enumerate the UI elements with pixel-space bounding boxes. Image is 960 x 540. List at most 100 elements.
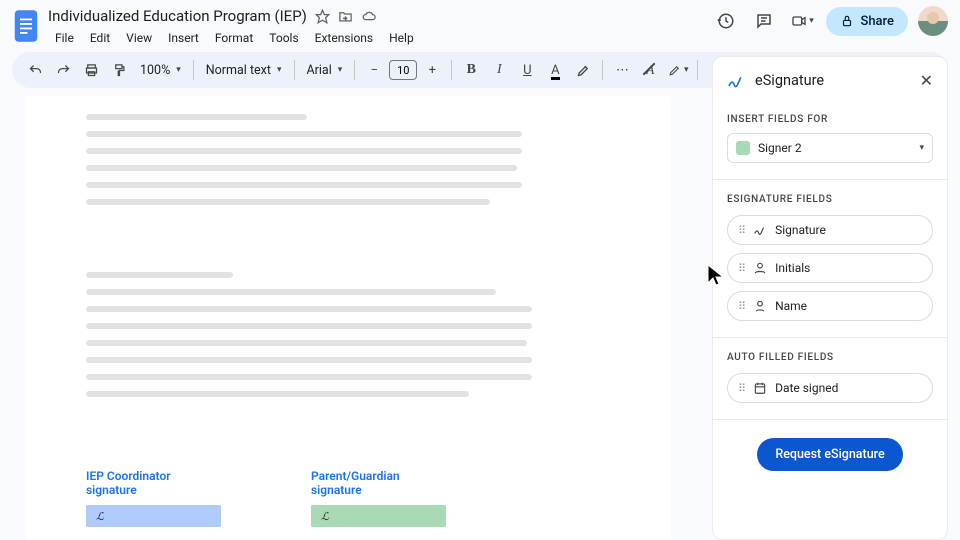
close-panel-button[interactable]: ✕ — [920, 71, 933, 90]
placeholder-line — [86, 165, 517, 171]
doc-title[interactable]: Individualized Education Program (IEP) — [48, 7, 307, 25]
field-initials[interactable]: ⠿ Initials — [727, 253, 933, 283]
separator — [602, 60, 603, 80]
esignature-panel: eSignature ✕ INSERT FIELDS FOR Signer 2 … — [712, 56, 948, 540]
calendar-icon — [753, 381, 767, 395]
menu-tools[interactable]: Tools — [262, 28, 305, 48]
signature-label-2: Parent/Guardian signature — [311, 469, 446, 497]
print-button[interactable] — [78, 57, 104, 83]
panel-title: eSignature — [755, 72, 910, 89]
drag-handle-icon: ⠿ — [738, 382, 745, 395]
cloud-saved-icon[interactable] — [361, 9, 378, 24]
menu-help[interactable]: Help — [382, 28, 421, 48]
menu-file[interactable]: File — [48, 28, 81, 48]
drag-handle-icon: ⠿ — [738, 224, 745, 237]
esig-fields-label: ESIGNATURE FIELDS — [713, 194, 947, 205]
separator — [354, 60, 355, 80]
menu-insert[interactable]: Insert — [161, 28, 206, 48]
menu-bar: File Edit View Insert Format Tools Exten… — [48, 28, 712, 48]
signer-dropdown[interactable]: Signer 2 ▾ — [727, 133, 933, 163]
clear-format-button[interactable]: A — [637, 57, 663, 83]
placeholder-line — [86, 289, 496, 295]
placeholder-line — [86, 391, 469, 397]
field-label: Name — [775, 299, 807, 313]
lock-icon — [840, 14, 854, 28]
menu-view[interactable]: View — [119, 28, 159, 48]
undo-button[interactable] — [22, 57, 48, 83]
app-header: Individualized Education Program (IEP) F… — [0, 0, 960, 48]
more-button[interactable]: ⋯ — [609, 57, 635, 83]
drag-handle-icon: ⠿ — [738, 300, 745, 313]
placeholder-line — [86, 340, 527, 346]
meet-icon[interactable]: ▾ — [788, 7, 816, 35]
underline-button[interactable]: U — [514, 57, 540, 83]
bold-button[interactable]: B — [458, 57, 484, 83]
menu-format[interactable]: Format — [208, 28, 260, 48]
share-label: Share — [860, 14, 894, 29]
divider — [713, 337, 947, 338]
field-date-signed[interactable]: ⠿ Date signed — [727, 373, 933, 403]
placeholder-line — [86, 357, 532, 363]
signature-label-1: IEP Coordinator signature — [86, 469, 221, 497]
share-button[interactable]: Share — [826, 7, 908, 36]
field-signature[interactable]: ⠿ Signature — [727, 215, 933, 245]
history-icon[interactable] — [712, 7, 740, 35]
header-actions: ▾ Share — [712, 6, 948, 36]
title-block: Individualized Education Program (IEP) F… — [48, 6, 712, 48]
signature-icon: ℒ — [96, 510, 104, 523]
comments-icon[interactable] — [750, 7, 778, 35]
text-color-button[interactable]: A — [542, 57, 568, 83]
separator — [193, 60, 194, 80]
edit-mode-dropdown[interactable]: ▾ — [665, 57, 691, 83]
font-size-input[interactable]: 10 — [389, 60, 417, 80]
italic-button[interactable]: I — [486, 57, 512, 83]
decrease-font-button[interactable]: − — [361, 57, 387, 83]
placeholder-line — [86, 148, 522, 154]
document-page: IEP Coordinator signature ℒ Parent/Guard… — [26, 96, 671, 540]
star-icon[interactable] — [315, 9, 330, 24]
field-name[interactable]: ⠿ Name — [727, 291, 933, 321]
signature-icon: ℒ — [321, 510, 329, 523]
separator — [697, 60, 698, 80]
signature-row: IEP Coordinator signature ℒ Parent/Guard… — [86, 433, 611, 527]
field-label: Initials — [775, 261, 810, 275]
paint-format-button[interactable] — [106, 57, 132, 83]
menu-extensions[interactable]: Extensions — [308, 28, 380, 48]
redo-button[interactable] — [50, 57, 76, 83]
move-folder-icon[interactable] — [338, 9, 353, 24]
field-label: Signature — [775, 223, 826, 237]
placeholder-line — [86, 374, 532, 380]
menu-edit[interactable]: Edit — [83, 28, 117, 48]
signature-field-icon — [753, 223, 767, 237]
divider — [713, 179, 947, 180]
font-dropdown[interactable]: Arial▾ — [301, 63, 349, 78]
signer-name: Signer 2 — [758, 141, 911, 155]
document-canvas[interactable]: IEP Coordinator signature ℒ Parent/Guard… — [26, 96, 700, 540]
field-label: Date signed — [775, 381, 838, 395]
placeholder-line — [86, 306, 532, 312]
placeholder-line — [86, 131, 522, 137]
esignature-icon — [727, 72, 745, 90]
request-esignature-button[interactable]: Request eSignature — [757, 438, 902, 471]
signature-field-2[interactable]: ℒ — [311, 505, 446, 527]
signature-field-1[interactable]: ℒ — [86, 505, 221, 527]
name-field-icon — [753, 299, 767, 313]
placeholder-line — [86, 114, 307, 120]
highlight-button[interactable] — [570, 57, 596, 83]
chevron-down-icon: ▾ — [919, 143, 924, 153]
insert-fields-label: INSERT FIELDS FOR — [713, 114, 947, 125]
placeholder-line — [86, 272, 233, 278]
zoom-dropdown[interactable]: 100%▾ — [134, 63, 187, 78]
separator — [451, 60, 452, 80]
placeholder-line — [86, 323, 532, 329]
separator — [294, 60, 295, 80]
style-dropdown[interactable]: Normal text▾ — [200, 63, 288, 78]
placeholder-line — [86, 199, 490, 205]
divider — [713, 419, 947, 420]
account-avatar[interactable] — [918, 6, 948, 36]
initials-field-icon — [753, 261, 767, 275]
signer-color-chip — [736, 141, 750, 155]
increase-font-button[interactable]: + — [419, 57, 445, 83]
placeholder-line — [86, 182, 522, 188]
drag-handle-icon: ⠿ — [738, 262, 745, 275]
